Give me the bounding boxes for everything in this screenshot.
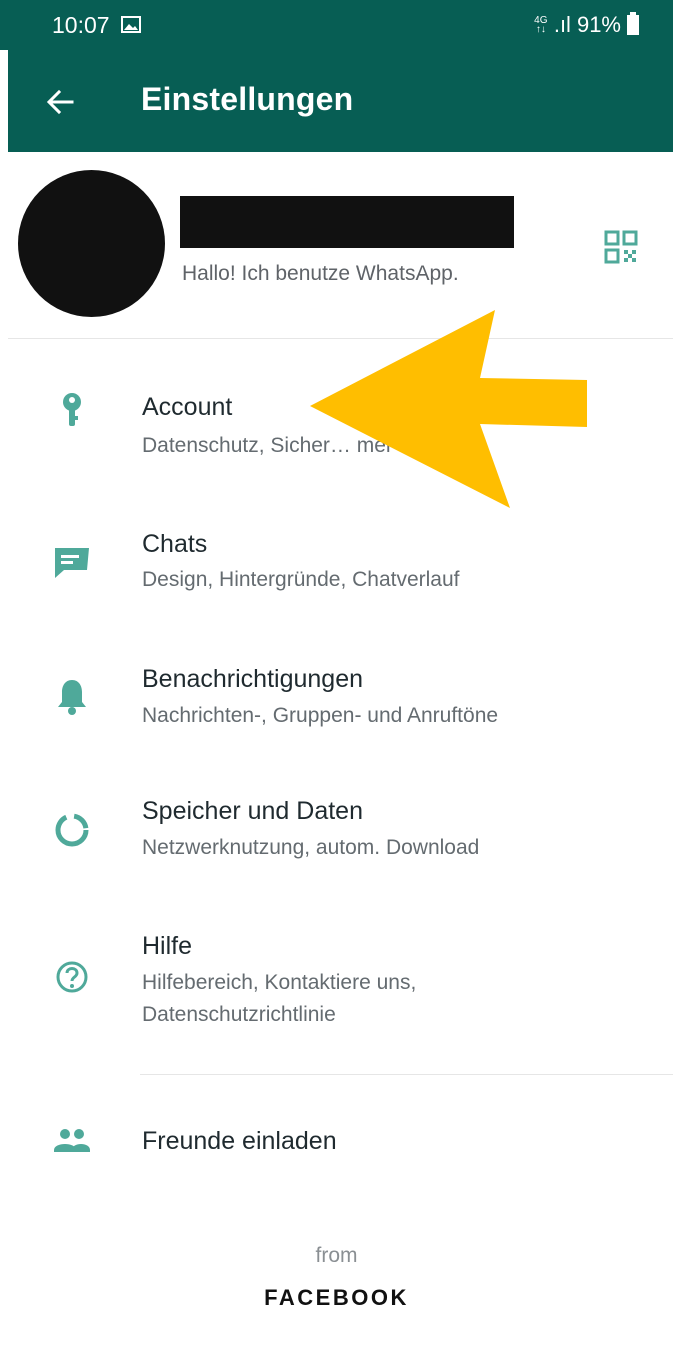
bell-icon [58, 680, 86, 715]
status-bar: 10:07 4G ↑↓ .ıl 91% [0, 0, 673, 50]
settings-item-subtitle: Nachrichten-, Gruppen- und Anruftöne [142, 704, 499, 727]
settings-item-title: Hilfe [142, 932, 193, 960]
settings-item-title: Account [142, 393, 233, 421]
footer-brand: FACEBOOK [264, 1285, 409, 1310]
settings-item-subtitle-line2: Datenschutzrichtlinie [142, 1003, 336, 1026]
settings-item-subtitle: Netzwerknutzung, autom. Download [142, 836, 480, 859]
settings-item-title: Benachrichtigungen [142, 665, 363, 693]
page-title: Einstellungen [141, 81, 354, 117]
status-indicators: 4G ↑↓ .ıl 91% [534, 12, 639, 38]
settings-item-title: Freunde einladen [142, 1127, 337, 1155]
battery-percentage: 91% [576, 12, 621, 37]
key-icon [63, 393, 81, 426]
image-notification-icon [121, 16, 141, 33]
network-4g-icon: 4G ↑↓ [534, 15, 548, 35]
settings-item-title: Chats [142, 530, 208, 558]
arrow-back-icon[interactable] [42, 84, 78, 120]
avatar[interactable] [18, 170, 165, 317]
signal-icon: .ıl [553, 12, 571, 37]
data-usage-icon [55, 813, 89, 847]
annotation-arrow-icon [310, 310, 587, 508]
settings-item-title: Speicher und Daten [142, 797, 363, 825]
status-time: 10:07 [52, 12, 110, 38]
settings-item-storage[interactable]: Speicher und Daten Netzwerknutzung, auto… [0, 780, 673, 890]
profile-status: Hallo! Ich benutze WhatsApp. [182, 262, 459, 285]
chat-icon [55, 548, 89, 578]
battery-icon [627, 12, 639, 35]
footer-from: from [315, 1244, 358, 1267]
profile-name-redacted [180, 196, 514, 248]
settings-item-subtitle-line1: Hilfebereich, Kontaktiere uns, [142, 971, 417, 994]
settings-item-invite[interactable]: Freunde einladen [0, 1100, 673, 1190]
app-bar: Einstellungen [8, 50, 673, 152]
settings-item-help[interactable]: Hilfe Hilfebereich, Kontaktiere uns, Dat… [0, 915, 673, 1060]
settings-item-notifications[interactable]: Benachrichtigungen Nachrichten-, Gruppen… [0, 645, 673, 755]
settings-item-chats[interactable]: Chats Design, Hintergründe, Chatverlauf [0, 510, 673, 620]
qr-code-icon[interactable] [603, 229, 639, 265]
settings-item-subtitle: Design, Hintergründe, Chatverlauf [142, 568, 460, 591]
help-icon [56, 961, 88, 993]
divider [140, 1074, 673, 1075]
people-icon [54, 1129, 90, 1152]
